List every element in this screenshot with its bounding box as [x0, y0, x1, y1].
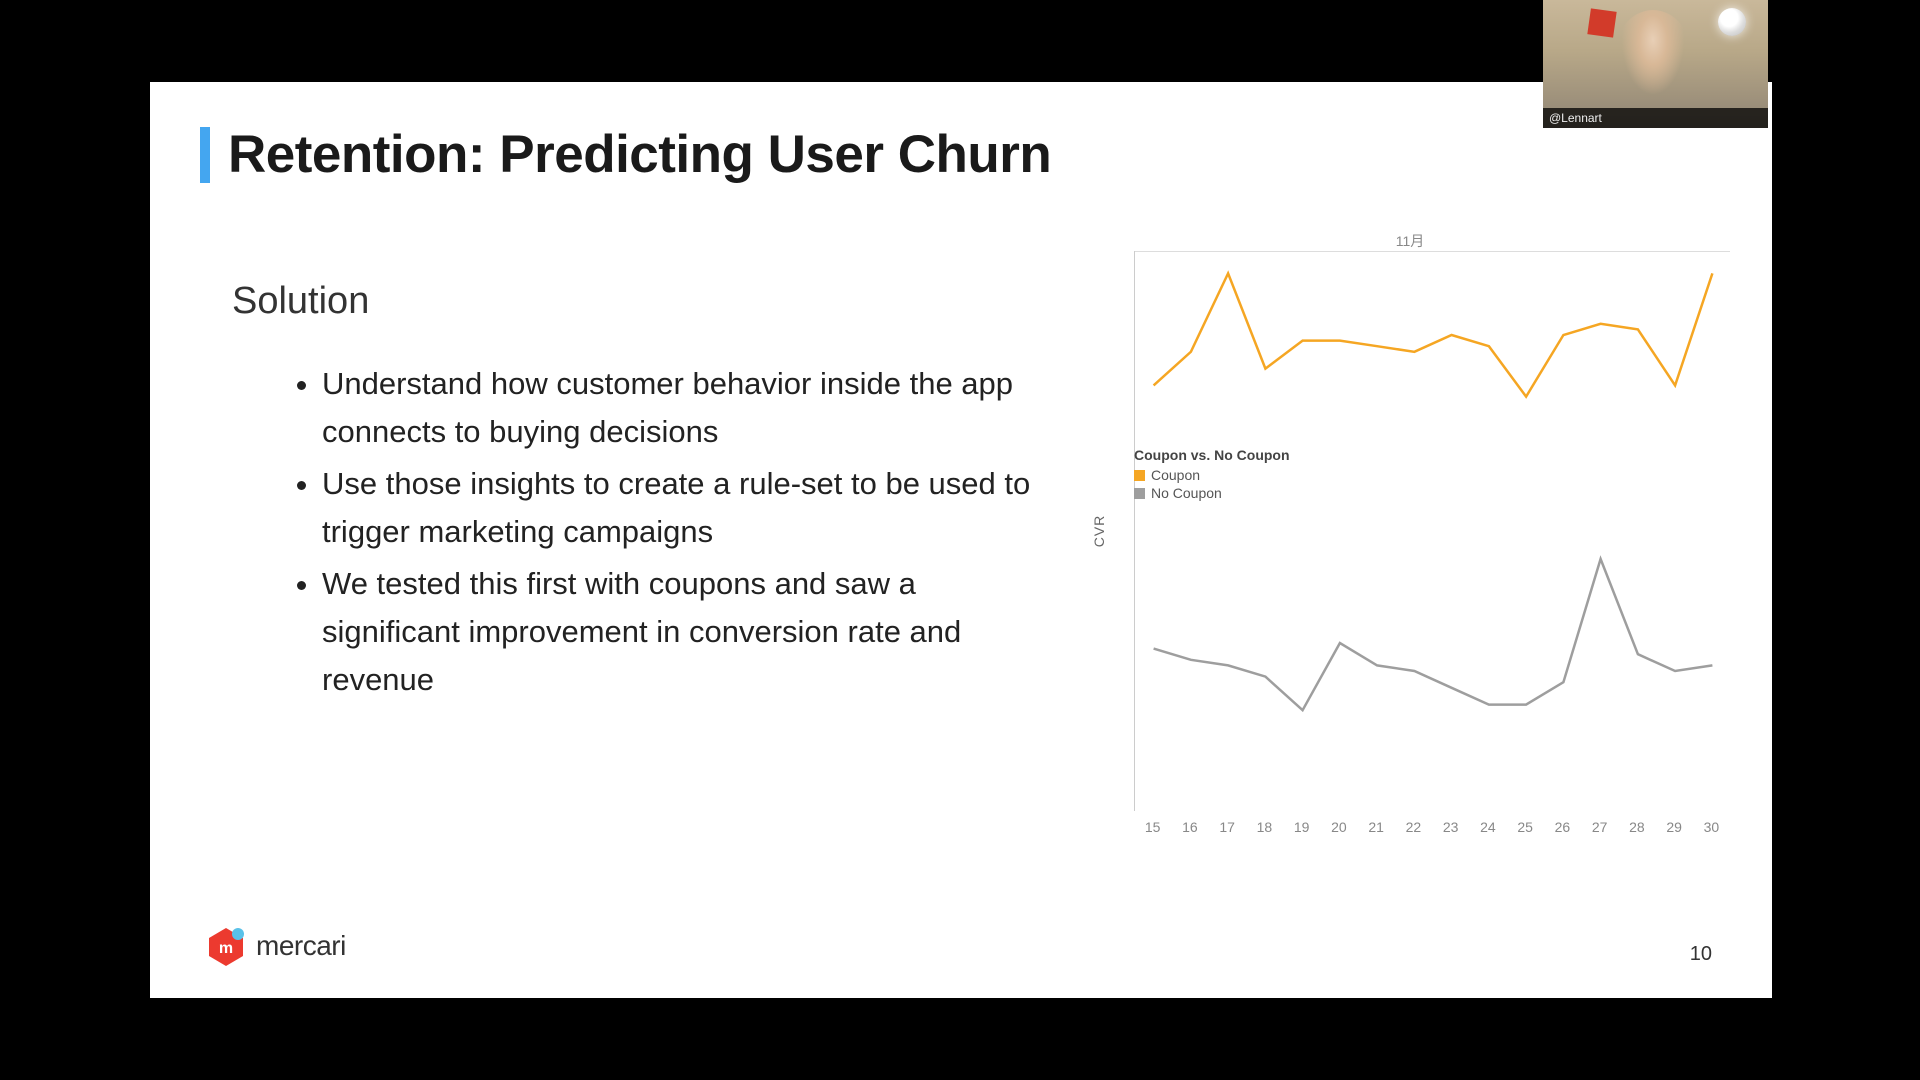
- chart-svg: [1135, 251, 1731, 811]
- webcam-lamp-icon: [1718, 8, 1746, 36]
- chart-x-tick: 26: [1544, 819, 1581, 835]
- bullet-item: Understand how customer behavior inside …: [322, 360, 1038, 456]
- chart-legend-title: Coupon vs. No Coupon: [1134, 447, 1290, 463]
- chart-x-tick: 22: [1395, 819, 1432, 835]
- page-number: 10: [1690, 943, 1712, 966]
- chart-x-tick: 19: [1283, 819, 1320, 835]
- section-heading: Solution: [232, 280, 369, 323]
- webcam-bg-object-icon: [1587, 8, 1616, 37]
- bullet-list: Understand how customer behavior inside …: [278, 360, 1038, 708]
- chart-legend: Coupon vs. No Coupon Coupon No Coupon: [1134, 447, 1290, 501]
- chart-x-tick: 15: [1134, 819, 1171, 835]
- chart-x-tick: 17: [1209, 819, 1246, 835]
- chart-x-tick: 27: [1581, 819, 1618, 835]
- webcam-name-badge: @Lennart: [1543, 108, 1768, 128]
- chart-x-tick: 29: [1656, 819, 1693, 835]
- bullet-item: We tested this first with coupons and sa…: [322, 560, 1038, 704]
- chart-month-header: 11月: [1090, 231, 1730, 251]
- brand-logo-text: mercari: [256, 930, 346, 962]
- chart-x-ticks: 15161718192021222324252627282930: [1134, 819, 1730, 835]
- chart-x-tick: 25: [1507, 819, 1544, 835]
- chart-x-tick: 30: [1693, 819, 1730, 835]
- chart-x-tick: 18: [1246, 819, 1283, 835]
- chart-plot-area: CVR: [1134, 251, 1730, 811]
- title-row: Retention: Predicting User Churn: [200, 124, 1051, 185]
- chart-y-axis-label: CVR: [1091, 515, 1107, 548]
- slide-title: Retention: Predicting User Churn: [228, 124, 1051, 185]
- legend-item-no-coupon: No Coupon: [1134, 485, 1290, 501]
- webcam-overlay: @Lennart: [1543, 0, 1768, 128]
- chart-x-tick: 23: [1432, 819, 1469, 835]
- legend-label-no-coupon: No Coupon: [1151, 485, 1222, 501]
- bullet-item: Use those insights to create a rule-set …: [322, 460, 1038, 556]
- chart-series-coupon: [1154, 273, 1713, 396]
- legend-item-coupon: Coupon: [1134, 467, 1290, 483]
- title-accent-bar: [200, 127, 210, 183]
- chart-container: 11月 CVR Coupon vs. No Coupon Coupon No C…: [1090, 237, 1730, 847]
- brand-logo: m mercari: [206, 926, 346, 966]
- chart-x-tick: 16: [1171, 819, 1208, 835]
- mercari-logo-icon: m: [206, 926, 246, 966]
- svg-text:m: m: [219, 940, 233, 957]
- slide: Retention: Predicting User Churn Solutio…: [150, 82, 1772, 998]
- chart-series-no-coupon: [1154, 559, 1713, 710]
- chart-x-tick: 28: [1618, 819, 1655, 835]
- legend-swatch-coupon-icon: [1134, 470, 1145, 481]
- legend-label-coupon: Coupon: [1151, 467, 1200, 483]
- legend-swatch-no-coupon-icon: [1134, 488, 1145, 499]
- chart-x-tick: 20: [1320, 819, 1357, 835]
- chart-x-tick: 24: [1469, 819, 1506, 835]
- chart-x-tick: 21: [1358, 819, 1395, 835]
